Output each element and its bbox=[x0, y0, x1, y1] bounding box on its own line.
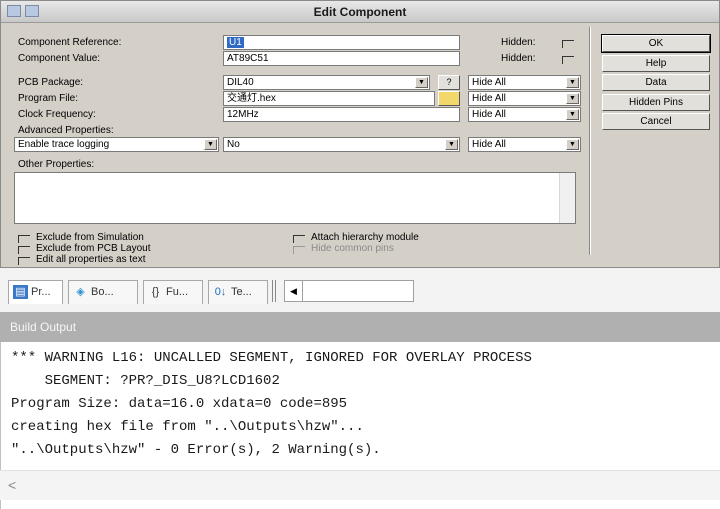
reference-hidden-checkbox[interactable] bbox=[562, 40, 574, 48]
build-output-line: Program Size: data=16.0 xdata=0 code=895 bbox=[11, 396, 348, 412]
attach-hierarchy-checkbox[interactable] bbox=[293, 235, 305, 243]
value-input[interactable]: AT89C51 bbox=[223, 51, 460, 66]
value-label: Component Value: bbox=[18, 53, 101, 64]
tab-strip-separator bbox=[272, 280, 276, 302]
advanced-property-select[interactable]: Enable trace logging ▼ bbox=[14, 137, 219, 152]
other-properties-scrollbar[interactable] bbox=[559, 173, 575, 223]
clock-frequency-visibility-value: Hide All bbox=[472, 109, 506, 120]
chevron-down-icon: ▼ bbox=[566, 77, 579, 88]
tab-project[interactable]: ▤ Pr... bbox=[8, 280, 63, 304]
exclude-simulation-checkbox[interactable] bbox=[18, 235, 30, 243]
chevron-down-icon: ▼ bbox=[445, 139, 458, 150]
reference-hidden-label: Hidden: bbox=[501, 37, 536, 48]
build-output-horizontal-scrollbar[interactable]: < bbox=[0, 470, 720, 500]
tab-books[interactable]: ◈ Bo... bbox=[68, 280, 138, 304]
advanced-value-text: No bbox=[227, 139, 240, 150]
attach-hierarchy-label: Attach hierarchy module bbox=[311, 232, 419, 243]
pcb-package-help-button[interactable]: ? bbox=[438, 75, 460, 90]
hidden-pins-button[interactable]: Hidden Pins bbox=[602, 94, 710, 111]
build-output-line: SEGMENT: ?PR?_DIS_U8?LCD1602 bbox=[11, 373, 280, 389]
exclude-pcb-checkbox[interactable] bbox=[18, 246, 30, 254]
reference-label: Component Reference: bbox=[18, 37, 122, 48]
advanced-visibility-value: Hide All bbox=[472, 139, 506, 150]
project-icon: ▤ bbox=[13, 285, 28, 299]
clock-frequency-input[interactable]: 12MHz bbox=[223, 107, 460, 122]
build-output-header: Build Output bbox=[0, 312, 720, 342]
program-file-label: Program File: bbox=[18, 93, 79, 104]
chevron-down-icon: ▼ bbox=[204, 139, 217, 150]
build-output-line: "..\Outputs\hzw" - 0 Error(s), 2 Warning… bbox=[11, 442, 381, 458]
pcb-package-select[interactable]: DIL40 ▼ bbox=[223, 75, 430, 90]
help-button[interactable]: Help bbox=[602, 55, 710, 72]
ok-button[interactable]: OK bbox=[601, 34, 711, 53]
tab-project-label: Pr... bbox=[31, 286, 51, 298]
program-file-visibility-select[interactable]: Hide All ▼ bbox=[468, 91, 581, 106]
templates-icon: 0↓ bbox=[214, 286, 227, 298]
dialog-separator bbox=[589, 27, 591, 255]
pcb-package-label: PCB Package: bbox=[18, 77, 84, 88]
books-icon: ◈ bbox=[76, 286, 85, 298]
advanced-value-select[interactable]: No ▼ bbox=[223, 137, 460, 152]
scroll-left-icon[interactable]: < bbox=[8, 477, 16, 493]
pcb-package-value: DIL40 bbox=[227, 77, 254, 88]
reference-value: U1 bbox=[227, 37, 244, 48]
value-hidden-label: Hidden: bbox=[501, 53, 536, 64]
tab-templates[interactable]: 0↓ Te... bbox=[208, 280, 268, 304]
pcb-package-visibility-value: Hide All bbox=[472, 77, 506, 88]
edit-component-dialog: Edit Component Component Reference: U1 H… bbox=[0, 0, 720, 268]
exclude-pcb-label: Exclude from PCB Layout bbox=[36, 243, 151, 254]
clock-frequency-visibility-select[interactable]: Hide All ▼ bbox=[468, 107, 581, 122]
scroll-left-icon[interactable]: ◀ bbox=[285, 281, 303, 301]
exclude-simulation-label: Exclude from Simulation bbox=[36, 232, 144, 243]
tab-books-label: Bo... bbox=[91, 286, 114, 298]
hide-common-pins-label: Hide common pins bbox=[311, 243, 394, 254]
advanced-property-value: Enable trace logging bbox=[18, 139, 110, 150]
functions-icon: {} bbox=[151, 286, 160, 298]
chevron-down-icon: ▼ bbox=[566, 109, 579, 120]
pcb-package-visibility-select[interactable]: Hide All ▼ bbox=[468, 75, 581, 90]
tab-scroll-control[interactable]: ◀ bbox=[284, 280, 414, 302]
tab-templates-label: Te... bbox=[231, 286, 252, 298]
other-properties-label: Other Properties: bbox=[18, 159, 95, 170]
project-tab-strip: ▤ Pr... ◈ Bo... {} Fu... 0↓ Te... ◀ bbox=[0, 268, 720, 312]
clock-frequency-label: Clock Frequency: bbox=[18, 109, 96, 120]
edit-all-properties-label: Edit all properties as text bbox=[36, 254, 146, 265]
tab-functions-label: Fu... bbox=[166, 286, 189, 298]
dialog-titlebar[interactable]: Edit Component bbox=[1, 1, 719, 23]
edit-all-properties-checkbox[interactable] bbox=[18, 257, 30, 265]
data-button[interactable]: Data bbox=[602, 74, 710, 91]
folder-open-icon[interactable] bbox=[438, 91, 460, 106]
program-file-input[interactable]: 交通灯.hex bbox=[223, 91, 435, 106]
hide-common-pins-checkbox[interactable] bbox=[293, 246, 305, 254]
other-properties-textarea[interactable] bbox=[14, 172, 576, 224]
advanced-visibility-select[interactable]: Hide All ▼ bbox=[468, 137, 581, 152]
build-output-line: creating hex file from "..\Outputs\hzw".… bbox=[11, 419, 364, 435]
advanced-properties-label: Advanced Properties: bbox=[18, 125, 114, 136]
program-file-visibility-value: Hide All bbox=[472, 93, 506, 104]
tab-functions[interactable]: {} Fu... bbox=[143, 280, 203, 304]
value-hidden-checkbox[interactable] bbox=[562, 56, 574, 64]
cancel-button[interactable]: Cancel bbox=[602, 113, 710, 130]
build-output-line: *** WARNING L16: UNCALLED SEGMENT, IGNOR… bbox=[11, 350, 532, 366]
dialog-title: Edit Component bbox=[313, 5, 407, 19]
chevron-down-icon: ▼ bbox=[415, 77, 428, 88]
chevron-down-icon: ▼ bbox=[566, 139, 579, 150]
chevron-down-icon: ▼ bbox=[566, 93, 579, 104]
reference-input[interactable]: U1 bbox=[223, 35, 460, 50]
